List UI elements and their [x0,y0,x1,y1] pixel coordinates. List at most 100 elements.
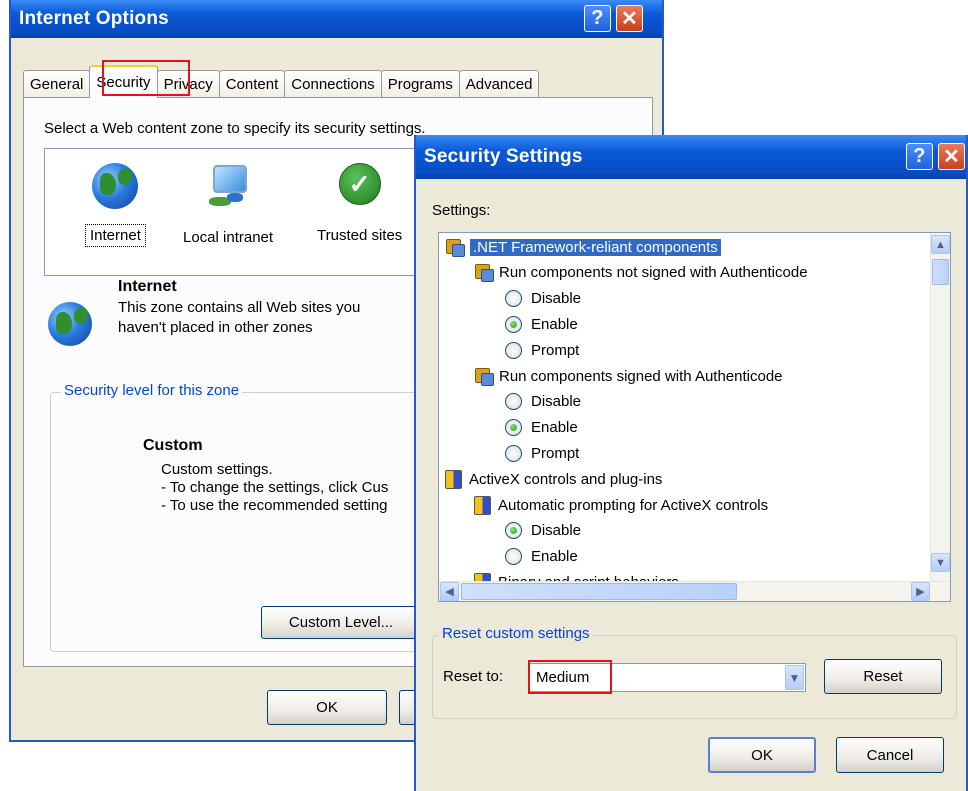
radio-checked-icon[interactable] [505,315,522,333]
close-button[interactable]: ✕ [938,143,965,170]
globe-icon [92,163,139,209]
radio-unchecked-icon[interactable] [505,444,522,462]
tab-programs[interactable]: Programs [380,70,460,98]
radio-checked-icon[interactable] [505,522,522,540]
zone-local-intranet[interactable]: Local intranet [183,163,273,246]
radio-checked-icon[interactable] [505,419,522,437]
computer-icon [205,163,251,209]
question-mark-icon: ? [591,7,604,29]
selected-zone-description: This zone contains all Web sites you hav… [118,298,360,338]
chevron-right-icon: ▶ [916,586,925,598]
setting-option[interactable]: Enable [505,416,578,440]
setting-label: Disable [531,522,582,540]
setting-label: ActiveX controls and plug-ins [469,470,663,488]
setting-label: Run components not signed with Authentic… [499,264,808,282]
component-settings-icon [474,367,494,386]
setting-category[interactable]: Run components not signed with Authentic… [474,261,808,285]
setting-label: Disable [531,290,582,308]
vertical-scrollbar[interactable]: ▲ ▼ [930,233,950,583]
scroll-left-button[interactable]: ◀ [440,582,459,601]
scroll-up-button[interactable]: ▲ [931,235,950,254]
tab-connections[interactable]: Connections [284,70,382,98]
tab-strip: General Security Privacy Content Connect… [23,64,540,98]
setting-category[interactable]: ActiveX controls and plug-ins [445,467,662,491]
internet-options-titlebar[interactable]: Internet Options ? ✕ [11,0,662,38]
selected-zone-name: Internet [118,278,177,295]
setting-label: Enable [531,419,578,437]
chevron-left-icon: ◀ [445,586,454,598]
close-icon: ✕ [621,8,638,30]
custom-level-button[interactable]: Custom Level... [261,606,421,639]
level-description-line: Custom settings. [161,461,273,478]
zone-description-line: haven't placed in other zones [118,319,313,336]
zone-label: Internet [85,224,146,247]
zone-label: Trusted sites [317,227,403,244]
activex-shield-icon [474,495,491,515]
setting-option[interactable]: Disable [505,287,581,311]
level-description-line: - To change the settings, click Cus [161,479,389,496]
help-button[interactable]: ? [906,143,933,170]
setting-option[interactable]: Enable [505,312,578,336]
setting-label: Enable [531,548,578,566]
setting-label: Automatic prompting for ActiveX controls [498,496,769,514]
zone-internet[interactable]: Internet [85,163,146,247]
settings-tree[interactable]: .NET Framework-reliant components Run com… [438,232,951,602]
security-settings-titlebar[interactable]: Security Settings ? ✕ [416,135,966,179]
question-mark-icon: ? [913,145,926,167]
security-level-description: Custom settings. - To change the setting… [161,461,388,515]
setting-option[interactable]: Enable [505,545,578,569]
radio-unchecked-icon[interactable] [505,341,522,359]
setting-option[interactable]: Prompt [505,441,579,465]
security-settings-title: Security Settings [424,146,583,167]
level-description-line: - To use the recommended setting [161,497,388,514]
component-settings-icon [474,263,494,283]
checkmark-icon: ✓ [338,163,381,205]
setting-option[interactable]: Prompt [505,338,579,362]
setting-category[interactable]: Run components signed with Authenticode [474,364,783,388]
horizontal-scrollbar[interactable]: ◀ ▶ [439,581,950,601]
security-tab-highlight-box [102,60,190,96]
reset-to-label: Reset to: [443,668,504,685]
reset-group-legend: Reset custom settings [439,625,593,642]
security-settings-ok-button[interactable]: OK [708,737,816,773]
settings-label: Settings: [432,202,491,219]
setting-label: .NET Framework-reliant components [470,238,721,256]
radio-unchecked-icon[interactable] [505,393,522,411]
radio-unchecked-icon[interactable] [505,290,522,308]
security-settings-cancel-button[interactable]: Cancel [836,737,944,773]
tab-content[interactable]: Content [218,70,286,98]
selected-zone-globe-icon [48,302,92,346]
setting-category[interactable]: .NET Framework-reliant components [445,235,721,259]
help-button[interactable]: ? [584,5,611,32]
setting-label: Prompt [531,444,580,462]
reset-to-highlight-box [528,660,612,694]
chevron-down-icon: ▼ [935,556,946,569]
setting-option[interactable]: Disable [505,519,581,543]
internet-options-ok-button[interactable]: OK [267,690,387,725]
reset-button[interactable]: Reset [824,659,942,694]
close-button[interactable]: ✕ [616,5,643,32]
setting-option[interactable]: Disable [505,390,581,414]
security-settings-window: Security Settings ? ✕ Settings: .NET Fra… [414,135,968,791]
security-level-legend: Security level for this zone [61,382,243,399]
tab-advanced[interactable]: Advanced [458,70,540,98]
chevron-up-icon: ▲ [935,238,946,251]
setting-label: Enable [531,315,578,333]
zone-list: Internet Local intranet ✓ Trusted sites [44,148,444,276]
radio-unchecked-icon[interactable] [505,548,522,566]
internet-options-title: Internet Options [19,8,169,29]
horizontal-scroll-thumb[interactable] [461,583,737,600]
scroll-right-button[interactable]: ▶ [911,582,930,601]
scroll-down-button[interactable]: ▼ [931,553,950,572]
setting-category[interactable]: Automatic prompting for ActiveX controls [474,493,768,517]
setting-label: Run components signed with Authenticode [499,367,783,385]
chevron-down-icon[interactable]: ▼ [785,665,804,690]
zone-description-line: This zone contains all Web sites you [118,299,361,316]
zone-trusted-sites[interactable]: ✓ Trusted sites [317,163,402,244]
activex-shield-icon [445,469,462,489]
setting-label: Disable [531,393,582,411]
tab-general[interactable]: General [23,70,91,98]
vertical-scroll-thumb[interactable] [932,259,949,285]
component-settings-icon [445,238,465,257]
close-icon: ✕ [943,146,960,168]
